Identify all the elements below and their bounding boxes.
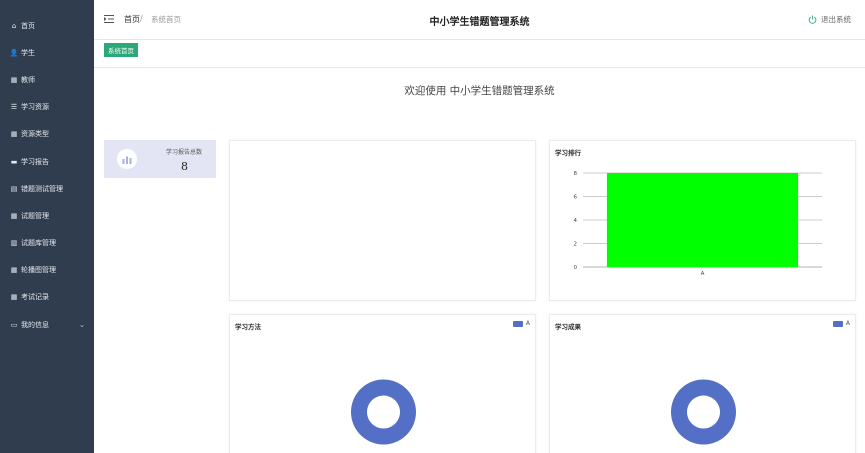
donut-slice-A — [670, 379, 736, 445]
sidebar-item-8[interactable]: ▥ 试题库管理 — [0, 230, 94, 257]
sidebar-item-6[interactable]: ▤ 错题测试管理 — [0, 175, 94, 202]
grid-icon: ▦ — [10, 266, 18, 275]
sidebar-item-4[interactable]: ▦ 资源类型 — [0, 121, 94, 148]
top-header: 首页 / 系统首页 中小学生错题管理系统 退出系统 — [94, 0, 865, 40]
sidebar-item-7[interactable]: ▦ 试题管理 — [0, 202, 94, 229]
sidebar-item-label: 资源类型 — [21, 130, 49, 139]
bar-A — [606, 173, 799, 267]
sidebar-item-5[interactable]: ▬ 学习报告 — [0, 148, 94, 175]
y-tick-label: 8 — [574, 171, 578, 177]
results-chart-panel: 学习成果 A — [549, 314, 856, 453]
empty-chart-panel — [229, 140, 536, 301]
grid-icon: ▦ — [10, 130, 18, 139]
card-icon: ▬ — [10, 157, 18, 166]
sidebar-item-label: 考试记录 — [21, 293, 49, 302]
bar-chart-icon — [117, 149, 137, 169]
sidebar-item-label: 错题测试管理 — [21, 184, 63, 193]
sliders-icon: ☰ — [10, 103, 18, 112]
grid-icon: ▦ — [10, 75, 18, 84]
sidebar-item-label: 试题库管理 — [21, 239, 56, 248]
sidebar-item-label: 学习报告 — [21, 157, 49, 166]
sidebar-item-11[interactable]: ▭ 我的信息 ⌄ — [0, 311, 94, 338]
logout-button[interactable]: 退出系统 — [808, 14, 851, 25]
tab-bar: 系统首页 — [94, 40, 865, 68]
app-title: 中小学生错题管理系统 — [429, 17, 530, 28]
sidebar-item-0[interactable]: ⌂ 首页 — [0, 12, 94, 39]
results-donut-chart — [670, 379, 736, 445]
sidebar-item-10[interactable]: ▦ 考试记录 — [0, 284, 94, 311]
stat-card-reports[interactable]: 学习报告总数 8 — [104, 140, 216, 178]
ranking-chart-panel: 学习排行 02468A — [549, 140, 856, 301]
sidebar-item-label: 学生 — [21, 48, 35, 57]
grid-icon: ▦ — [10, 211, 18, 220]
bar-chart-icon: ▥ — [10, 239, 18, 248]
sidebar-item-label: 学习资源 — [21, 103, 49, 112]
sidebar-item-label: 首页 — [21, 21, 35, 30]
power-icon — [808, 15, 817, 24]
grid-icon: ▦ — [10, 293, 18, 302]
y-tick-label: 2 — [574, 242, 578, 248]
user-icon: 👤 — [9, 48, 19, 57]
logout-label: 退出系统 — [821, 15, 851, 24]
sidebar-item-label: 我的信息 — [21, 320, 49, 329]
doc-icon: ▤ — [10, 184, 18, 193]
sidebar-item-label: 试题管理 — [21, 211, 49, 220]
method-chart-panel: 学习方法 A — [229, 314, 536, 453]
home-icon: ⌂ — [11, 21, 17, 30]
y-tick-label: 0 — [574, 265, 578, 271]
sidebar-item-1[interactable]: 👤 学生 — [0, 39, 94, 66]
chevron-down-icon: ⌄ — [79, 320, 85, 329]
sidebar-item-label: 轮播图管理 — [21, 266, 56, 275]
stat-value: 8 — [181, 160, 188, 173]
y-tick-label: 6 — [574, 195, 578, 201]
sidebar-item-3[interactable]: ☰ 学习资源 — [0, 94, 94, 121]
method-donut-chart — [350, 379, 416, 445]
donut-slice-A — [350, 379, 416, 445]
window-icon: ▭ — [10, 320, 18, 329]
sidebar: ⌂ 首页 👤 学生 ▦ 教师 ☰ 学习资源 ▦ 资源类型 ▬ 学习报告 ▤ 错题测试管理 ▦ 试题管理 ▥ 试题库… — [0, 0, 94, 453]
y-tick-label: 4 — [574, 218, 578, 224]
tab-system-home[interactable]: 系统首页 — [104, 43, 138, 57]
ranking-bar-chart: 0 2 4 6 8 A — [574, 171, 822, 277]
sidebar-item-label: 教师 — [21, 75, 35, 84]
sidebar-item-2[interactable]: ▦ 教师 — [0, 66, 94, 93]
x-tick-label: A — [701, 271, 705, 277]
sidebar-item-9[interactable]: ▦ 轮播图管理 — [0, 257, 94, 284]
stat-label: 学习报告总数 — [166, 149, 203, 156]
welcome-heading: 欢迎使用 中小学生错题管理系统 — [404, 85, 555, 97]
